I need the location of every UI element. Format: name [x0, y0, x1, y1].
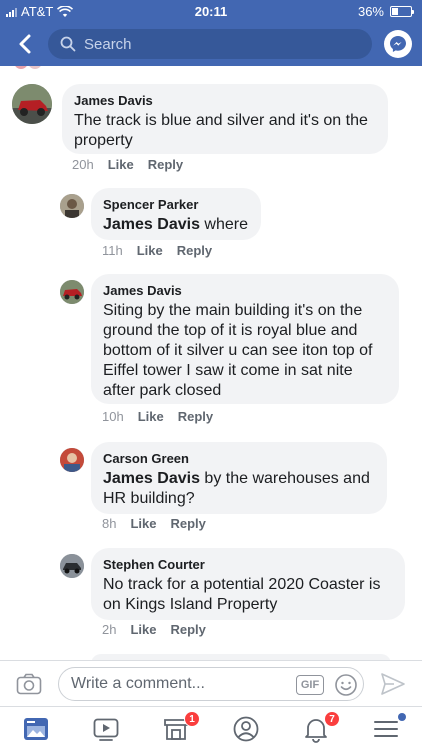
avatar[interactable]: [12, 84, 52, 124]
like-button[interactable]: Like: [137, 243, 163, 258]
bottom-tab-bar: 1 7: [0, 706, 422, 750]
comment-author[interactable]: Stephen Courter: [103, 556, 393, 573]
comment-thread: James Davis The track is blue and silver…: [0, 66, 422, 660]
profile-icon: [233, 716, 259, 742]
avatar[interactable]: [60, 448, 84, 472]
comment-author[interactable]: Spencer Parker: [103, 196, 249, 213]
avatar-person-image: [60, 448, 84, 472]
reply-button[interactable]: Reply: [148, 157, 183, 172]
notifications-badge: 7: [324, 711, 340, 727]
reaction-icon-partial: [28, 66, 42, 69]
messenger-button[interactable]: [384, 30, 412, 58]
comment-actions: 10h Like Reply: [102, 409, 213, 424]
avatar[interactable]: [60, 280, 84, 304]
tab-notifications[interactable]: 7: [302, 711, 340, 743]
nav-bar: [0, 26, 422, 62]
tab-menu[interactable]: [372, 713, 406, 743]
like-button[interactable]: Like: [130, 516, 156, 531]
comment-field[interactable]: GIF: [58, 667, 364, 701]
battery-icon: [390, 6, 414, 17]
avatar-car-image: [12, 84, 52, 124]
gif-button[interactable]: GIF: [296, 675, 324, 695]
tab-profile[interactable]: [232, 715, 262, 743]
mention-link[interactable]: James Davis: [103, 216, 200, 233]
comment-time: 11h: [102, 243, 123, 258]
reply-button[interactable]: Reply: [170, 622, 205, 637]
comment-text: The track is blue and silver and it's on…: [74, 112, 368, 149]
avatar[interactable]: [60, 554, 84, 578]
menu-icon: [374, 721, 398, 737]
mention-link[interactable]: James Davis: [103, 470, 200, 487]
camera-icon[interactable]: [16, 673, 42, 695]
comment-bubble: James Davis The track is blue and silver…: [62, 84, 388, 154]
avatar[interactable]: [60, 194, 84, 218]
comment-input[interactable]: [71, 675, 281, 693]
comment-bubble: Spencer Parker James Davis where: [91, 188, 261, 240]
tab-news-feed[interactable]: [22, 715, 52, 743]
comment-time: 2h: [102, 622, 117, 637]
comment-composer: GIF: [0, 660, 422, 706]
watch-icon: [93, 718, 119, 741]
tab-marketplace[interactable]: 1: [162, 711, 200, 743]
comment-time: 20h: [72, 157, 94, 172]
marketplace-badge: 1: [184, 711, 200, 727]
menu-dot: [398, 713, 406, 721]
like-button[interactable]: Like: [108, 157, 134, 172]
comment-bubble: Carson Green James Davis by the warehous…: [91, 442, 387, 514]
status-bar: AT&T 20:11 36%: [0, 0, 422, 22]
avatar-car-image: [60, 554, 84, 578]
like-button[interactable]: Like: [138, 409, 164, 424]
reply-button[interactable]: Reply: [170, 516, 205, 531]
comment-time: 10h: [102, 409, 124, 424]
tab-watch[interactable]: [92, 715, 122, 743]
search-icon: [60, 36, 76, 52]
comment-bubble: James Davis Siting by the main building …: [91, 274, 399, 404]
battery-percent: 36%: [357, 4, 384, 19]
comment-text: No track for a potential 2020 Coaster is…: [103, 576, 381, 613]
comment-time: 8h: [102, 516, 117, 531]
comment-text: James Davis by the warehouses and HR bui…: [103, 470, 370, 507]
send-icon[interactable]: [380, 671, 406, 697]
reaction-icon-partial: [14, 66, 28, 69]
comment-bubble: Stephen Courter No track for a potential…: [91, 548, 405, 620]
comment-actions: 8h Like Reply: [102, 516, 206, 531]
comment-text: James Davis where: [103, 216, 248, 233]
comment-actions: 2h Like Reply: [102, 622, 206, 637]
comment-actions: 20h Like Reply: [72, 157, 183, 172]
messenger-icon: [390, 36, 406, 52]
news-feed-icon: [24, 718, 48, 740]
search-input[interactable]: [84, 35, 324, 53]
like-button[interactable]: Like: [130, 622, 156, 637]
battery-fill: [392, 8, 398, 15]
comment-actions: 11h Like Reply: [102, 243, 212, 258]
comment-text: Siting by the main building it's on the …: [103, 302, 373, 399]
emoji-icon[interactable]: [334, 673, 358, 697]
reply-button[interactable]: Reply: [177, 243, 212, 258]
comment-author[interactable]: James Davis: [103, 282, 387, 299]
back-arrow-icon[interactable]: [14, 30, 38, 58]
search-bar[interactable]: [48, 29, 372, 59]
comment-author[interactable]: James Davis: [74, 92, 376, 109]
avatar-person-image: [60, 194, 84, 218]
reply-button[interactable]: Reply: [178, 409, 213, 424]
comment-author[interactable]: Carson Green: [103, 450, 375, 467]
avatar-car-image: [60, 280, 84, 304]
top-bar: AT&T 20:11 36%: [0, 0, 422, 66]
